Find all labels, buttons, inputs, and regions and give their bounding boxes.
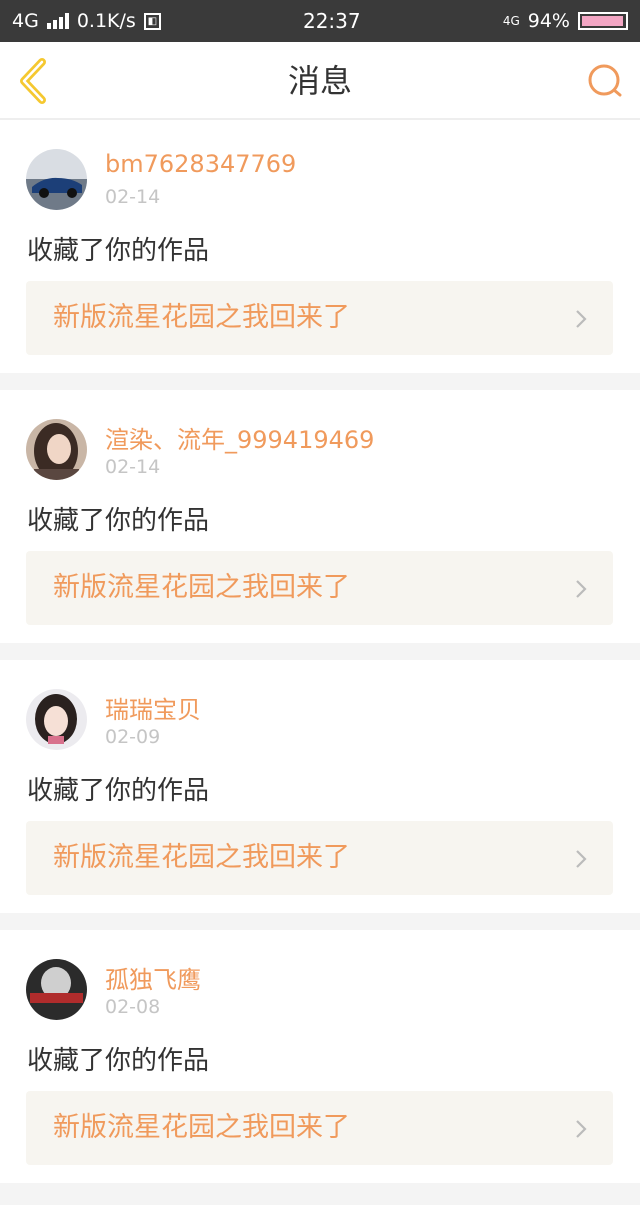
- battery-percent: 94%: [527, 10, 570, 32]
- signal-icon: [46, 13, 69, 29]
- message-list: bm7628347769 02-14 收藏了你的作品 新版流星花园之我回来了 渲…: [0, 120, 640, 1183]
- avatar[interactable]: [26, 149, 87, 210]
- work-link[interactable]: 新版流星花园之我回来了: [26, 821, 613, 895]
- status-bar: 4G 0.1K/s ◧ 22:37 4G 94%: [0, 0, 640, 42]
- message-date: 02-14: [105, 456, 161, 478]
- message-card: 瑞瑞宝贝 02-09 收藏了你的作品 新版流星花园之我回来了: [0, 660, 640, 913]
- avatar[interactable]: [26, 959, 87, 1020]
- status-right: 4G 94%: [503, 10, 628, 32]
- status-left: 4G 0.1K/s ◧: [12, 10, 161, 32]
- chevron-right-icon: [576, 580, 587, 598]
- hd-icon: ◧: [143, 12, 161, 30]
- action-text: 收藏了你的作品: [27, 776, 210, 806]
- username[interactable]: 瑞瑞宝贝: [105, 690, 201, 725]
- action-text: 收藏了你的作品: [27, 506, 210, 536]
- message-date: 02-09: [105, 726, 161, 748]
- network-speed: 0.1K/s: [76, 10, 136, 32]
- work-link[interactable]: 新版流星花园之我回来了: [26, 281, 613, 355]
- username[interactable]: 孤独飞鹰: [105, 960, 201, 995]
- message-date: 02-14: [105, 186, 161, 208]
- nav-bar: 消息: [0, 42, 640, 120]
- work-title: 新版流星花园之我回来了: [53, 1112, 350, 1143]
- network-right-label: 4G: [502, 14, 520, 28]
- action-text: 收藏了你的作品: [27, 1046, 210, 1076]
- message-card: 渲染、流年_999419469 02-14 收藏了你的作品 新版流星花园之我回来…: [0, 390, 640, 643]
- work-title: 新版流星花园之我回来了: [53, 842, 350, 873]
- message-date: 02-08: [105, 996, 161, 1018]
- page-title: 消息: [287, 62, 352, 100]
- message-card: bm7628347769 02-14 收藏了你的作品 新版流星花园之我回来了: [0, 120, 640, 373]
- chevron-right-icon: [576, 850, 587, 868]
- status-time: 22:37: [302, 9, 361, 33]
- battery-icon: [577, 12, 628, 30]
- avatar[interactable]: [26, 689, 87, 750]
- work-title: 新版流星花园之我回来了: [53, 302, 350, 333]
- work-title: 新版流星花园之我回来了: [53, 572, 350, 603]
- avatar[interactable]: [26, 419, 87, 480]
- chevron-right-icon: [576, 1120, 587, 1138]
- search-icon: [588, 64, 622, 97]
- work-link[interactable]: 新版流星花园之我回来了: [26, 551, 613, 625]
- action-text: 收藏了你的作品: [27, 236, 210, 266]
- work-link[interactable]: 新版流星花园之我回来了: [26, 1091, 613, 1165]
- search-button[interactable]: [586, 62, 624, 100]
- username[interactable]: 渲染、流年_999419469: [105, 420, 374, 455]
- chevron-right-icon: [576, 310, 587, 328]
- username[interactable]: bm7628347769: [105, 150, 296, 178]
- network-label: 4G: [12, 10, 39, 32]
- message-card: 孤独飞鹰 02-08 收藏了你的作品 新版流星花园之我回来了: [0, 930, 640, 1183]
